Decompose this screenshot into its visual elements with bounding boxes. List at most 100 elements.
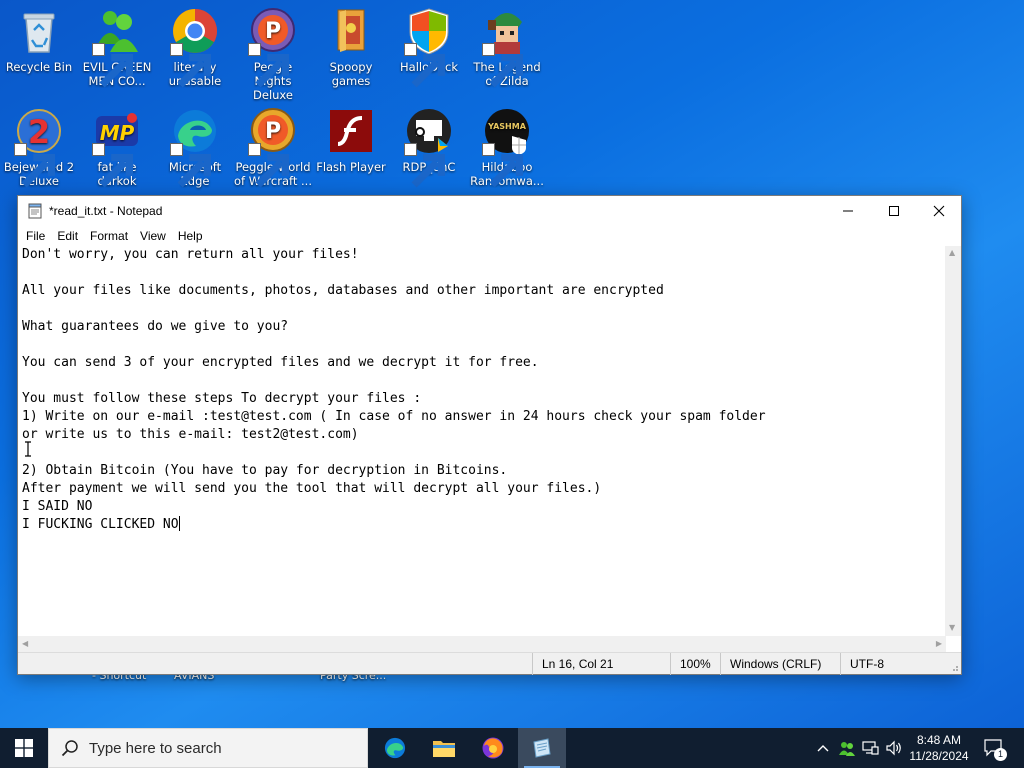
menu-edit[interactable]: Edit <box>51 226 84 246</box>
taskbar-app-notepad[interactable] <box>518 728 566 768</box>
msn-people-icon <box>92 6 142 88</box>
text-line-last: I FUCKING CLICKED NO <box>22 516 946 534</box>
shortcut-arrow-icon <box>92 43 133 88</box>
status-line-ending: Windows (CRLF) <box>720 653 850 675</box>
menu-bar: File Edit Format View Help <box>18 226 961 246</box>
scroll-left-icon[interactable]: ◀ <box>22 639 28 648</box>
desktop-icon-peggle-nights[interactable]: P Peggle Nights Deluxe <box>234 6 312 102</box>
taskbar: Type here to search 8:48 AM 11/28/2024 1 <box>0 728 1024 768</box>
flash-player-icon <box>326 106 376 156</box>
desktop-icon-label: Flash Player <box>316 160 386 174</box>
text-line <box>22 264 946 282</box>
text-line: You must follow these steps To decrypt y… <box>22 391 422 406</box>
peggle-nights-icon: P <box>248 6 298 88</box>
text-line: or write us to this e-mail: test2@test.c… <box>22 427 359 442</box>
text-line: After payment we will send you the tool … <box>22 481 602 496</box>
close-button[interactable] <box>916 196 962 226</box>
shortcut-arrow-icon <box>404 43 445 88</box>
maximize-button[interactable] <box>871 196 917 226</box>
desktop-icon-bejeweled[interactable]: 2 Bejeweled 2 Deluxe <box>0 106 78 188</box>
text-editor[interactable]: Don't worry, you can return all your fil… <box>18 246 946 636</box>
taskbar-app-firefox[interactable] <box>469 728 517 768</box>
notepad-icon <box>533 738 551 758</box>
recycle-bin-icon <box>14 6 64 56</box>
clock-date: 11/28/2024 <box>909 749 969 763</box>
close-icon <box>933 205 945 217</box>
desktop-icon-hildaboo-ransomware[interactable]: YASHMA Hildaboo Ransomwa... <box>468 106 546 188</box>
shortcut-arrow-icon <box>170 43 211 88</box>
desktop-icon-legend-of-zilda[interactable]: The Legend of Zilda <box>468 6 546 88</box>
menu-format[interactable]: Format <box>84 226 134 246</box>
notepad-titlebar[interactable]: *read_it.txt - Notepad <box>18 196 961 226</box>
chevron-up-icon <box>817 745 829 752</box>
taskbar-search-box[interactable]: Type here to search <box>48 728 368 768</box>
show-hidden-icons-button[interactable] <box>812 728 834 768</box>
desktop-icon-evil-green-men[interactable]: EVIL GREEN MEN CO... <box>78 6 156 88</box>
desktop-icon-peggle-world[interactable]: P Peggle World of Warcraft ... <box>234 106 312 188</box>
svg-text:YASHMA: YASHMA <box>487 122 527 131</box>
peggle-world-icon: P <box>248 106 298 188</box>
text-line: All your files like documents, photos, d… <box>22 283 664 298</box>
desktop-icon-hallodock[interactable]: HalloDock <box>390 6 468 88</box>
search-placeholder: Type here to search <box>89 739 222 757</box>
text-line <box>22 444 946 462</box>
search-icon <box>61 740 78 757</box>
shortcut-arrow-icon <box>248 43 289 88</box>
text-line <box>22 336 946 354</box>
clock-time: 8:48 AM <box>916 733 962 747</box>
vertical-scrollbar[interactable]: ▲ ▼ <box>945 246 961 636</box>
shortcut-arrow-icon <box>170 143 211 188</box>
text-line-content: I FUCKING CLICKED NO <box>22 517 179 532</box>
scroll-right-icon[interactable]: ▶ <box>936 639 942 648</box>
taskbar-app-edge[interactable] <box>371 728 419 768</box>
tray-people-button[interactable] <box>836 728 858 768</box>
text-line: Don't worry, you can return all your fil… <box>22 247 359 262</box>
resize-grip-icon[interactable] <box>949 662 959 672</box>
notepad-icon <box>28 203 42 219</box>
minimize-icon <box>843 210 853 212</box>
text-line: You can send 3 of your encrypted files a… <box>22 355 539 370</box>
start-button[interactable] <box>0 728 48 768</box>
text-line: 2) Obtain Bitcoin (You have to pay for d… <box>22 463 508 478</box>
bejeweled-icon: 2 <box>14 106 64 188</box>
text-caret <box>178 516 180 531</box>
desktop-icon-fat-like-darkok[interactable]: MP fat like darkok <box>78 106 156 188</box>
window-title: *read_it.txt - Notepad <box>49 204 163 218</box>
notifications-button[interactable]: 1 <box>980 728 1008 768</box>
text-line: I SAID NO <box>22 499 93 514</box>
speaker-icon <box>886 740 901 756</box>
ibeam-cursor-icon <box>25 441 31 457</box>
desktop-icon-microsoft-edge[interactable]: Microsoft Edge <box>156 106 234 188</box>
svg-text:MP: MP <box>100 121 135 145</box>
svg-text:P: P <box>265 19 281 44</box>
horizontal-scrollbar[interactable]: ◀ ▶ <box>18 636 946 652</box>
ransomware-icon: YASHMA <box>482 106 532 188</box>
menu-file[interactable]: File <box>20 226 51 246</box>
desktop-icon-literally-unusable[interactable]: literally unusable <box>156 6 234 88</box>
svg-text:P: P <box>265 119 281 144</box>
desktop-icon-recycle-bin[interactable]: Recycle Bin <box>0 6 78 74</box>
desktop-icon-spoopy-games[interactable]: Spoopy games <box>312 6 390 88</box>
taskbar-app-file-explorer[interactable] <box>420 728 468 768</box>
taskbar-clock[interactable]: 8:48 AM 11/28/2024 <box>906 732 972 764</box>
network-button[interactable] <box>860 728 882 768</box>
desktop-icon-label: Recycle Bin <box>5 60 73 74</box>
scroll-down-icon[interactable]: ▼ <box>949 623 955 632</box>
shortcut-arrow-icon <box>404 143 445 188</box>
edge-icon <box>384 737 406 759</box>
desktop-icon-label: Spoopy games <box>329 60 373 88</box>
notepad-window[interactable]: *read_it.txt - Notepad File Edit Format … <box>17 195 962 675</box>
minimize-button[interactable] <box>825 196 871 226</box>
firefox-icon <box>482 737 504 759</box>
volume-button[interactable] <box>883 728 905 768</box>
desktop-icon-rdp-cnc[interactable]: RDP_CnC <box>390 106 468 188</box>
text-line <box>22 372 946 390</box>
remote-desktop-icon <box>404 106 454 188</box>
status-bar: Ln 16, Col 21 100% Windows (CRLF) UTF-8 <box>18 652 961 675</box>
scroll-up-icon[interactable]: ▲ <box>949 248 955 257</box>
network-icon <box>862 741 879 755</box>
zilda-game-icon <box>482 6 532 88</box>
menu-help[interactable]: Help <box>172 226 209 246</box>
menu-view[interactable]: View <box>134 226 172 246</box>
desktop-icon-flash-player[interactable]: Flash Player <box>312 106 390 174</box>
